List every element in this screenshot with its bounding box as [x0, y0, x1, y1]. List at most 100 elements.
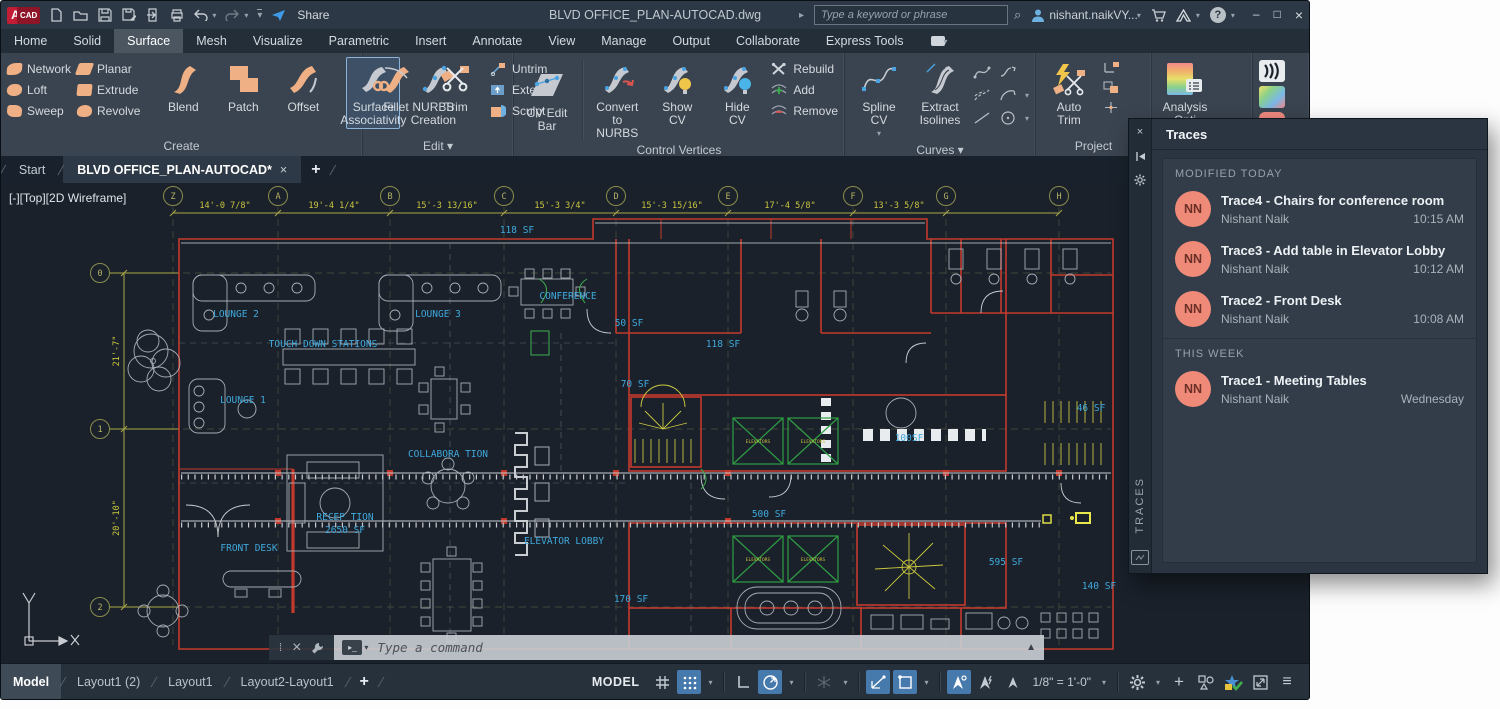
- palette-properties-gear-icon[interactable]: [1133, 173, 1147, 187]
- gear-dropdown[interactable]: ▾: [1152, 678, 1164, 687]
- circle-dropdown[interactable]: ▾: [1025, 114, 1029, 123]
- zebra-analysis-icon[interactable]: [1259, 60, 1285, 82]
- planar-button[interactable]: Planar: [77, 60, 140, 78]
- show-cv-button[interactable]: ShowCV: [650, 57, 704, 129]
- auto-trim-button[interactable]: AutoTrim: [1042, 57, 1096, 129]
- trace-item-trace4[interactable]: NN Trace4 - Chairs for conference room N…: [1163, 184, 1476, 234]
- revolve-button[interactable]: Revolve: [77, 102, 140, 120]
- cart-icon[interactable]: [1151, 8, 1166, 23]
- redo-icon[interactable]: [225, 8, 240, 23]
- curvature-analysis-icon[interactable]: [1259, 86, 1285, 108]
- account-menu[interactable]: nishant.naikVY... ▾: [1031, 8, 1141, 22]
- command-input-area[interactable]: ▸_ ▾ ▲: [334, 635, 1044, 660]
- snap-dropdown[interactable]: ▾: [704, 678, 716, 687]
- graphics-performance-icon[interactable]: [1221, 670, 1245, 694]
- recent-commands-dropdown[interactable]: ▾: [364, 643, 368, 652]
- save-icon[interactable]: [97, 8, 112, 23]
- tab-output[interactable]: Output: [659, 29, 723, 53]
- export-icon[interactable]: [145, 8, 160, 23]
- hide-cv-button[interactable]: HideCV: [710, 57, 764, 129]
- fillet-button[interactable]: Fillet: [369, 57, 423, 116]
- open-folder-icon[interactable]: [73, 8, 88, 23]
- minimize-button[interactable]: –: [1253, 7, 1260, 23]
- convert-to-nurbs-button[interactable]: Convert toNURBS: [590, 57, 644, 142]
- extract-isolines-button[interactable]: ExtractIsolines: [913, 57, 967, 129]
- layout-tab-layout2-layout1[interactable]: Layout2-Layout1: [229, 664, 346, 700]
- snap-toggle[interactable]: [677, 670, 701, 694]
- command-close-icon[interactable]: ×: [292, 639, 301, 657]
- customize-wrench-icon[interactable]: [310, 641, 324, 655]
- rebuild-button[interactable]: Rebuild: [770, 60, 838, 78]
- annotation-scale-value[interactable]: 1/8" = 1'-0": [1028, 670, 1095, 694]
- palette-bottom-icon[interactable]: [1131, 550, 1149, 565]
- tab-express-tools[interactable]: Express Tools: [813, 29, 917, 53]
- arc-icon[interactable]: [999, 88, 1017, 102]
- tab-visualize[interactable]: Visualize: [240, 29, 316, 53]
- spline-fit-icon[interactable]: [973, 65, 991, 79]
- hamburger-menu-icon[interactable]: ≡: [1275, 670, 1299, 694]
- drawing-canvas[interactable]: [-][Top][2D Wireframe]: [1, 183, 1310, 663]
- file-tab-drawing[interactable]: BLVD OFFICE_PLAN-AUTOCAD* ×: [63, 156, 301, 183]
- isodraft-toggle[interactable]: [812, 670, 836, 694]
- remove-cv-button[interactable]: Remove: [770, 102, 838, 120]
- tab-insert[interactable]: Insert: [402, 29, 459, 53]
- print-icon[interactable]: [169, 8, 184, 23]
- network-button[interactable]: Network: [7, 60, 71, 78]
- layout-tab-layout1-2[interactable]: Layout1 (2): [65, 664, 152, 700]
- autocad-logo-icon[interactable]: ACAD: [7, 7, 40, 24]
- tab-solid[interactable]: Solid: [60, 29, 114, 53]
- new-layout-button[interactable]: +: [350, 673, 379, 691]
- help-dropdown[interactable]: ▾: [1231, 11, 1235, 20]
- palette-autohide-pin-icon[interactable]: [1133, 149, 1147, 163]
- tray-plus-icon[interactable]: +: [1167, 670, 1191, 694]
- layout-tab-layout1[interactable]: Layout1: [156, 664, 224, 700]
- trace-item-trace2[interactable]: NN Trace2 - Front Desk Nishant Naik10:08…: [1163, 284, 1476, 334]
- search-icon[interactable]: ⌕: [1014, 7, 1021, 23]
- loft-button[interactable]: Loft: [7, 81, 71, 99]
- tab-home[interactable]: Home: [1, 29, 60, 53]
- arc-dropdown[interactable]: ▾: [1025, 91, 1029, 100]
- tab-manage[interactable]: Manage: [588, 29, 659, 53]
- autodesk-dropdown[interactable]: ▾: [1196, 11, 1200, 20]
- project-2points-icon[interactable]: [1102, 100, 1120, 114]
- tab-view[interactable]: View: [535, 29, 588, 53]
- tab-annotate[interactable]: Annotate: [459, 29, 535, 53]
- cv-edit-bar-button[interactable]: CV Edit Bar: [520, 57, 574, 135]
- file-tab-close-icon[interactable]: ×: [280, 163, 287, 177]
- tab-collaborate[interactable]: Collaborate: [723, 29, 813, 53]
- search-expand-arrow[interactable]: ▸: [799, 10, 804, 21]
- command-line-grip[interactable]: ⁞ ×: [269, 635, 334, 660]
- drag-handle-icon[interactable]: ⁞: [279, 642, 283, 654]
- annotation-scale-icon[interactable]: [1001, 670, 1025, 694]
- add-cv-button[interactable]: Add: [770, 81, 838, 99]
- viewport-controls[interactable]: [-][Top][2D Wireframe]: [9, 191, 126, 205]
- clean-screen-icon[interactable]: [1248, 670, 1272, 694]
- command-input[interactable]: [375, 639, 1019, 656]
- search-input[interactable]: [814, 5, 1008, 25]
- isodraft-dropdown[interactable]: ▾: [839, 678, 851, 687]
- qat-customize-icon[interactable]: ▾: [257, 9, 262, 21]
- object-snap-tracking-toggle[interactable]: [866, 670, 890, 694]
- undo-icon[interactable]: [193, 8, 208, 23]
- project-view-icon[interactable]: [1102, 80, 1120, 94]
- sweep-button[interactable]: Sweep: [7, 102, 71, 120]
- autodesk-logo-icon[interactable]: [1176, 8, 1191, 23]
- annotation-visibility-toggle[interactable]: [947, 670, 971, 694]
- line-icon[interactable]: [973, 111, 991, 125]
- circle-icon[interactable]: [999, 111, 1017, 125]
- trim-button[interactable]: Trim: [429, 57, 483, 116]
- model-space-button[interactable]: MODEL: [584, 670, 648, 694]
- panel-create-label[interactable]: Create: [1, 138, 362, 156]
- new-drawing-tab-button[interactable]: +: [301, 156, 330, 183]
- extrude-button[interactable]: Extrude: [77, 81, 140, 99]
- save-as-icon[interactable]: [121, 8, 136, 23]
- project-ucs-icon[interactable]: [1102, 60, 1120, 74]
- patch-button[interactable]: Patch: [216, 57, 270, 116]
- annotation-autoscale-toggle[interactable]: [974, 670, 998, 694]
- command-history-toggle[interactable]: ▲: [1026, 642, 1036, 653]
- curve-blend-icon[interactable]: [999, 65, 1017, 79]
- scale-dropdown[interactable]: ▾: [1098, 678, 1110, 687]
- trace-item-trace3[interactable]: NN Trace3 - Add table in Elevator Lobby …: [1163, 234, 1476, 284]
- file-tab-start[interactable]: Start: [5, 156, 59, 183]
- undo-dropdown[interactable]: ▾: [212, 11, 216, 20]
